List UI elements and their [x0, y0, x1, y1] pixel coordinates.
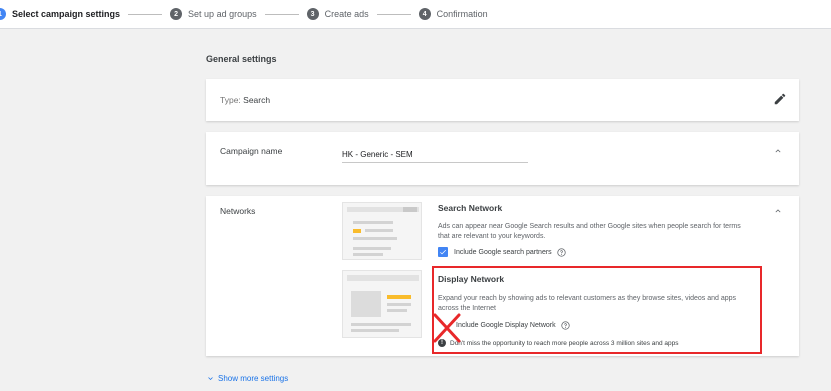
step-number-2: 2	[170, 8, 183, 20]
chevron-up-icon[interactable]	[773, 146, 783, 156]
illustration-line	[365, 229, 393, 232]
checkmark-icon	[440, 249, 446, 255]
step-create-ads[interactable]: 3 Create ads	[306, 8, 369, 20]
step-number-4: 4	[418, 8, 431, 20]
search-partners-option[interactable]: Include Google search partners	[438, 247, 566, 257]
step-number-1: 1	[0, 8, 6, 20]
step-select-campaign-settings[interactable]: 1 Select campaign settings	[0, 8, 120, 20]
step-connector	[128, 13, 163, 15]
section-title: General settings	[206, 54, 277, 64]
show-more-label: Show more settings	[218, 374, 289, 383]
illustration-ad-marker	[387, 295, 411, 299]
illustration-line	[351, 329, 399, 332]
chevron-down-icon	[208, 377, 213, 380]
type-label: Type:	[220, 95, 244, 105]
step-label: Create ads	[324, 9, 369, 19]
campaign-name-input[interactable]	[342, 146, 528, 163]
step-confirmation[interactable]: 4 Confirmation	[418, 8, 488, 20]
show-more-settings-link[interactable]: Show more settings	[206, 374, 288, 383]
illustration-line	[387, 303, 411, 306]
networks-card: Networks Search Network Ads can appear n…	[206, 196, 799, 356]
pencil-icon[interactable]	[773, 92, 787, 106]
illustration-line	[353, 253, 383, 256]
step-label: Set up ad groups	[188, 9, 257, 19]
type-value: Search	[243, 95, 271, 105]
step-set-up-ad-groups[interactable]: 2 Set up ad groups	[170, 8, 257, 20]
type-card[interactable]: Type: Search	[206, 79, 799, 121]
annotation-highlight-box	[432, 266, 762, 354]
chevron-up-icon[interactable]	[773, 206, 783, 216]
cross-mark-icon	[433, 313, 461, 343]
step-number-3: 3	[306, 8, 319, 20]
networks-label: Networks	[220, 206, 256, 216]
search-partners-label: Include Google search partners	[454, 248, 552, 256]
search-network-title: Search Network	[438, 203, 503, 213]
illustration-ad-marker	[353, 229, 361, 233]
display-network-illustration	[342, 270, 422, 338]
search-partners-checkbox[interactable]	[438, 247, 448, 257]
search-network-illustration	[342, 202, 422, 260]
campaign-name-label: Campaign name	[220, 146, 283, 156]
illustration-line	[353, 247, 391, 250]
illustration-search-button	[403, 207, 417, 212]
campaign-name-card: Campaign name	[206, 132, 799, 185]
illustration-line	[387, 309, 407, 312]
search-network-description: Ads can appear near Google Search result…	[438, 223, 741, 240]
step-connector	[376, 13, 411, 15]
illustration-header	[347, 275, 419, 281]
help-icon[interactable]	[557, 247, 566, 257]
step-label: Confirmation	[436, 9, 488, 19]
campaign-type: Type: Search	[220, 95, 270, 105]
step-label: Select campaign settings	[12, 9, 121, 19]
illustration-line	[353, 221, 393, 224]
illustration-line	[353, 237, 397, 240]
campaign-stepper: 1 Select campaign settings 2 Set up ad g…	[0, 0, 831, 29]
illustration-image-block	[351, 291, 381, 317]
step-connector	[264, 13, 299, 15]
illustration-line	[351, 323, 411, 326]
